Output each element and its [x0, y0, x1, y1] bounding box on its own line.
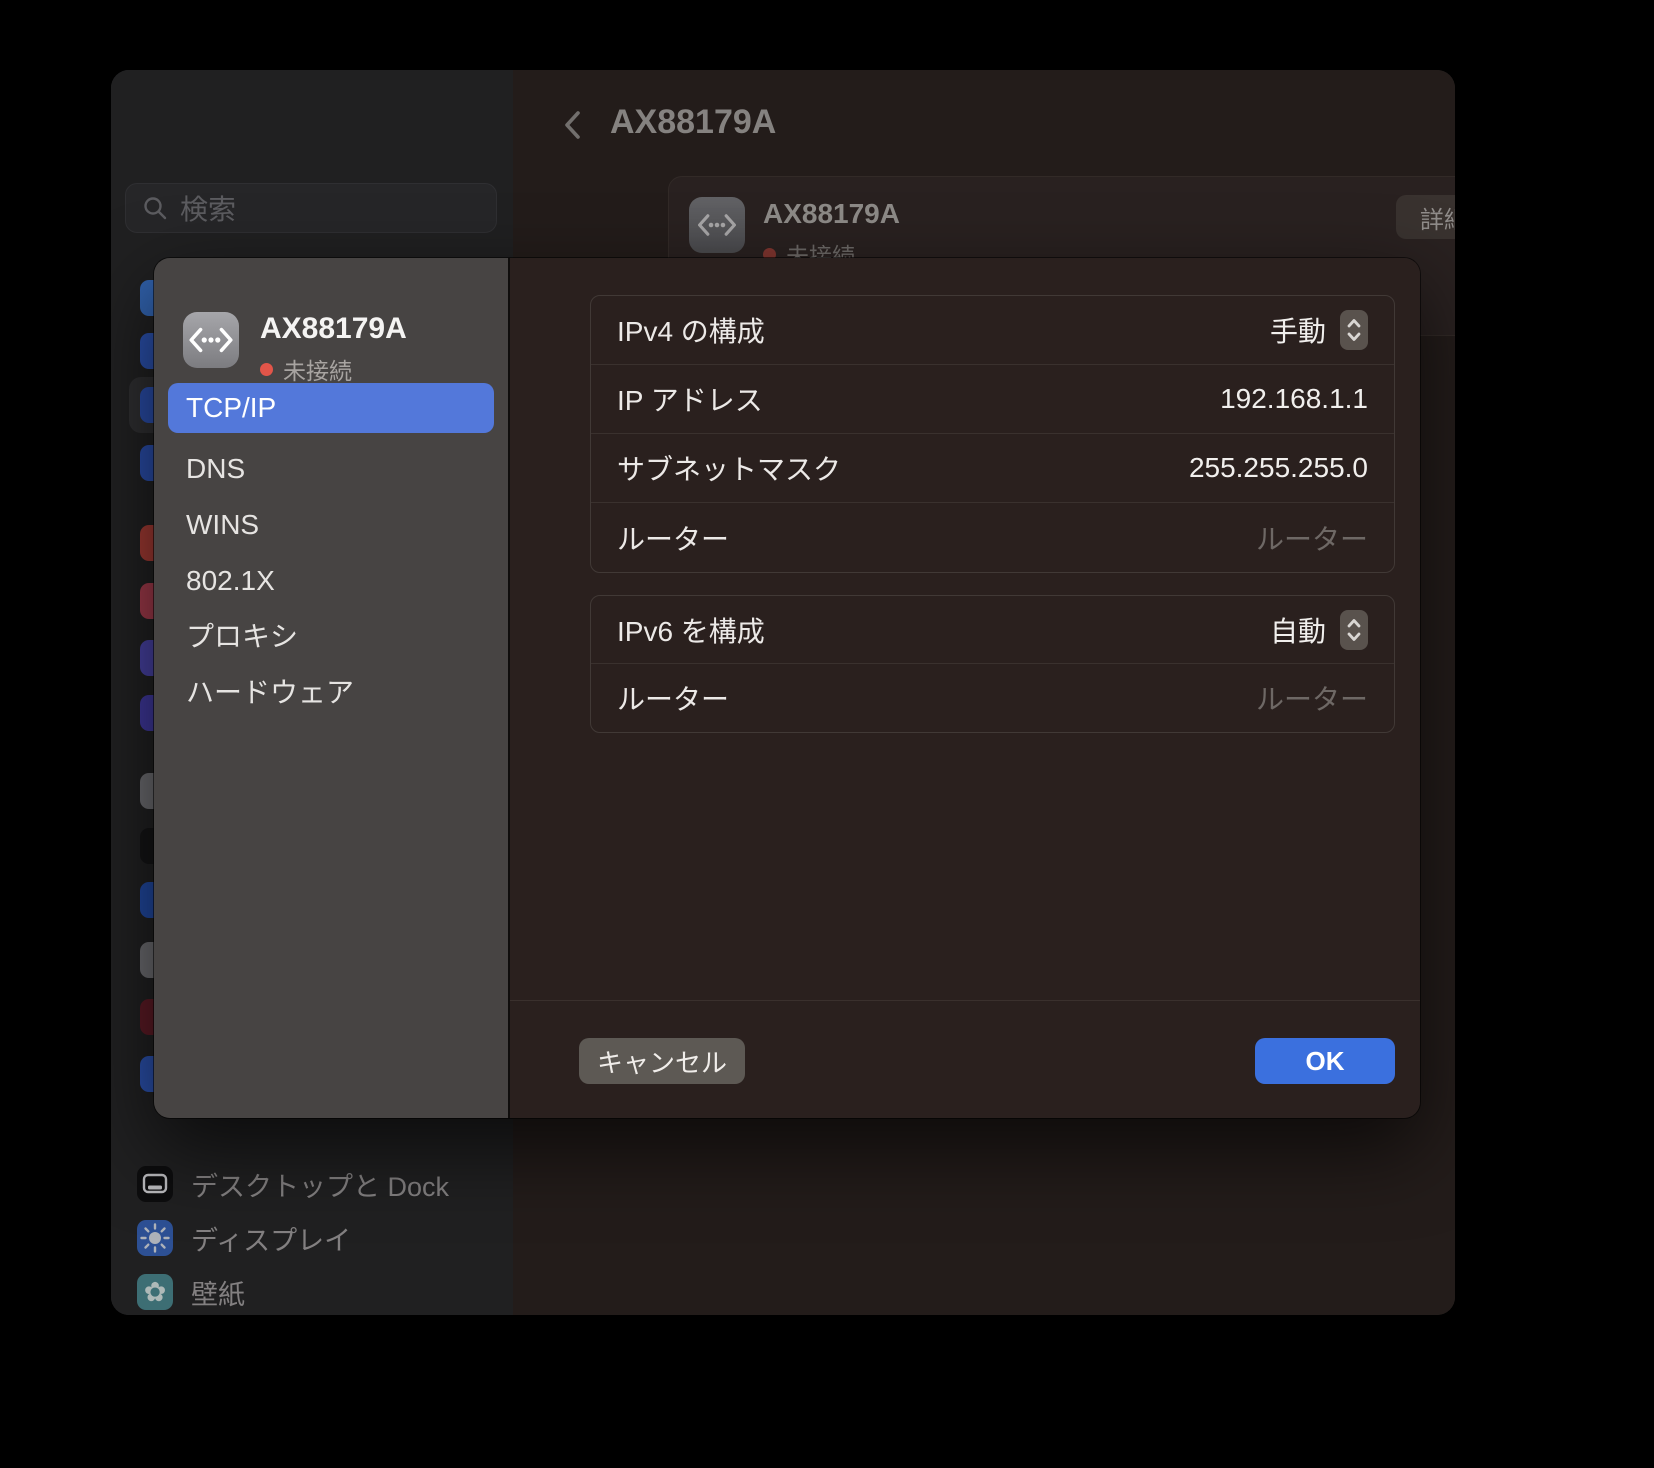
cancel-button[interactable]: キャンセル [579, 1038, 745, 1084]
device-status: 未接続 [260, 352, 352, 386]
search-icon [142, 195, 168, 221]
display-icon [137, 1220, 173, 1256]
form-row-subnet-mask: サブネットマスク 255.255.255.0 [591, 434, 1394, 503]
row-label: ルーター [617, 518, 1242, 558]
sidebar-item-wallpaper[interactable]: ✿ 壁紙 [137, 1274, 245, 1310]
form-row-router: ルーター ルーター [591, 503, 1394, 572]
sidebar-item-label: デスクトップと Dock [191, 1165, 449, 1204]
form-row-ipv6-config: IPv6 を構成 自動 [591, 596, 1394, 664]
tab-wins[interactable]: WINS [168, 500, 494, 550]
row-label: サブネットマスク [617, 448, 1175, 488]
details-button[interactable]: 詳細... [1396, 195, 1455, 239]
ipv4-group: IPv4 の構成 手動 IP アドレス 192.168.1.1 サブネットマスク… [590, 295, 1395, 573]
ok-button[interactable]: OK [1255, 1038, 1395, 1084]
tab-tcp-ip[interactable]: TCP/IP [168, 383, 494, 433]
row-label: IPv6 を構成 [617, 610, 1256, 650]
ipv4-config-value: 手動 [1270, 310, 1326, 350]
system-settings-window: 検索 デスクトップと Dock [111, 70, 1455, 1315]
ethernet-adapter-icon [183, 312, 239, 368]
status-label: 未接続 [283, 352, 352, 386]
sidebar-item-display[interactable]: ディスプレイ [137, 1220, 351, 1256]
screen: 検索 デスクトップと Dock [0, 0, 1654, 1468]
footer-divider [510, 1000, 1420, 1001]
ipv4-config-popup-stepper[interactable] [1340, 310, 1368, 350]
ip-address-field[interactable]: 192.168.1.1 [1220, 383, 1368, 415]
router-field[interactable]: ルーター [1256, 518, 1368, 558]
ipv6-config-value: 自動 [1270, 610, 1326, 650]
search-placeholder: 検索 [180, 188, 236, 228]
sidebar-item-label: ディスプレイ [191, 1219, 351, 1258]
back-button[interactable] [560, 105, 590, 145]
form-row-ipv6-router: ルーター ルーター [591, 664, 1394, 732]
service-name: AX88179A [763, 198, 900, 230]
form-row-ipv4-config: IPv4 の構成 手動 [591, 296, 1394, 365]
subnet-mask-field[interactable]: 255.255.255.0 [1189, 452, 1368, 484]
device-name: AX88179A [260, 312, 407, 346]
row-label: IPv4 の構成 [617, 310, 1256, 350]
wallpaper-icon: ✿ [137, 1274, 173, 1310]
sheet-sidebar: AX88179A 未接続 TCP/IP DNS WINS 802.1X プロキシ… [154, 258, 508, 1118]
sheet-content: IPv4 の構成 手動 IP アドレス 192.168.1.1 サブネットマスク… [510, 258, 1420, 1118]
sidebar-item-label: 壁紙 [191, 1273, 245, 1312]
tab-hardware[interactable]: ハードウェア [168, 668, 494, 718]
search-input[interactable]: 検索 [125, 183, 497, 233]
tab-802-1x[interactable]: 802.1X [168, 556, 494, 606]
ipv6-router-field[interactable]: ルーター [1256, 678, 1368, 718]
form-row-ip-address: IP アドレス 192.168.1.1 [591, 365, 1394, 434]
tab-dns[interactable]: DNS [168, 444, 494, 494]
ipv6-group: IPv6 を構成 自動 ルーター ルーター [590, 595, 1395, 733]
ipv6-config-popup-stepper[interactable] [1340, 610, 1368, 650]
row-label: IP アドレス [617, 379, 1206, 419]
row-label: ルーター [617, 678, 1242, 718]
desktop-dock-icon [137, 1166, 173, 1202]
sidebar-item-desktop-dock[interactable]: デスクトップと Dock [137, 1166, 449, 1202]
tab-proxy[interactable]: プロキシ [168, 612, 494, 662]
tcpip-settings-sheet: AX88179A 未接続 TCP/IP DNS WINS 802.1X プロキシ… [154, 258, 1420, 1118]
status-dot [260, 363, 273, 376]
page-title: AX88179A [610, 103, 776, 142]
ethernet-adapter-icon [689, 197, 745, 253]
